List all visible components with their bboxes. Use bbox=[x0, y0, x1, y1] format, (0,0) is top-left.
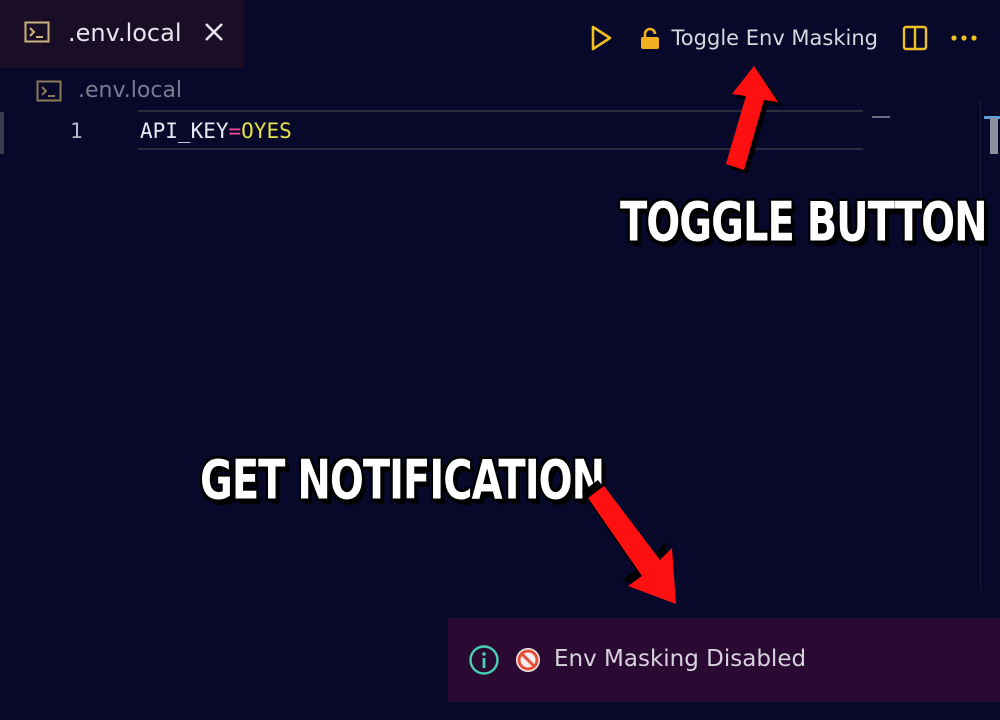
tab-env-local[interactable]: .env.local bbox=[0, 0, 244, 68]
overview-ruler bbox=[980, 100, 981, 590]
breadcrumb-file: .env.local bbox=[78, 78, 183, 103]
editor-window: .env.local Toggle Env Masking .env.local… bbox=[0, 0, 1000, 720]
editor-actions: Toggle Env Masking bbox=[588, 20, 978, 56]
notification-caption: GET NOTIFICATION bbox=[200, 450, 605, 513]
line-number: 1 bbox=[70, 119, 83, 143]
gutter-marker bbox=[0, 112, 4, 154]
env-value: OYES bbox=[241, 119, 292, 143]
prohibited-icon bbox=[516, 648, 540, 672]
env-key: API_KEY bbox=[140, 119, 229, 143]
play-icon[interactable] bbox=[588, 24, 614, 52]
notification-message: Env Masking Disabled bbox=[554, 646, 807, 672]
env-equals: = bbox=[228, 119, 242, 143]
terminal-file-icon bbox=[36, 80, 62, 102]
code-line[interactable]: API_KEY=OYES bbox=[140, 116, 292, 146]
info-icon bbox=[469, 645, 499, 675]
split-editor-icon[interactable] bbox=[902, 25, 928, 51]
minimap-line bbox=[872, 116, 890, 118]
tab-title: .env.local bbox=[68, 19, 182, 47]
more-icon[interactable] bbox=[950, 34, 978, 42]
tab-bar: .env.local Toggle Env Masking bbox=[0, 0, 1000, 68]
vertical-scrollbar[interactable] bbox=[990, 118, 998, 154]
terminal-file-icon bbox=[24, 21, 50, 43]
breadcrumb[interactable]: .env.local bbox=[36, 76, 182, 106]
arrow-to-notification-icon bbox=[582, 480, 676, 604]
lock-icon bbox=[640, 27, 659, 49]
toggle-env-masking-label: Toggle Env Masking bbox=[671, 26, 878, 50]
toggle-env-masking-button[interactable]: Toggle Env Masking bbox=[638, 23, 878, 53]
arrow-to-toggle-icon bbox=[726, 66, 782, 174]
toggle-button-caption: TOGGLE BUTTON bbox=[620, 192, 988, 255]
notification-toast[interactable]: Env Masking Disabled bbox=[448, 618, 1000, 702]
close-icon[interactable] bbox=[200, 18, 228, 46]
